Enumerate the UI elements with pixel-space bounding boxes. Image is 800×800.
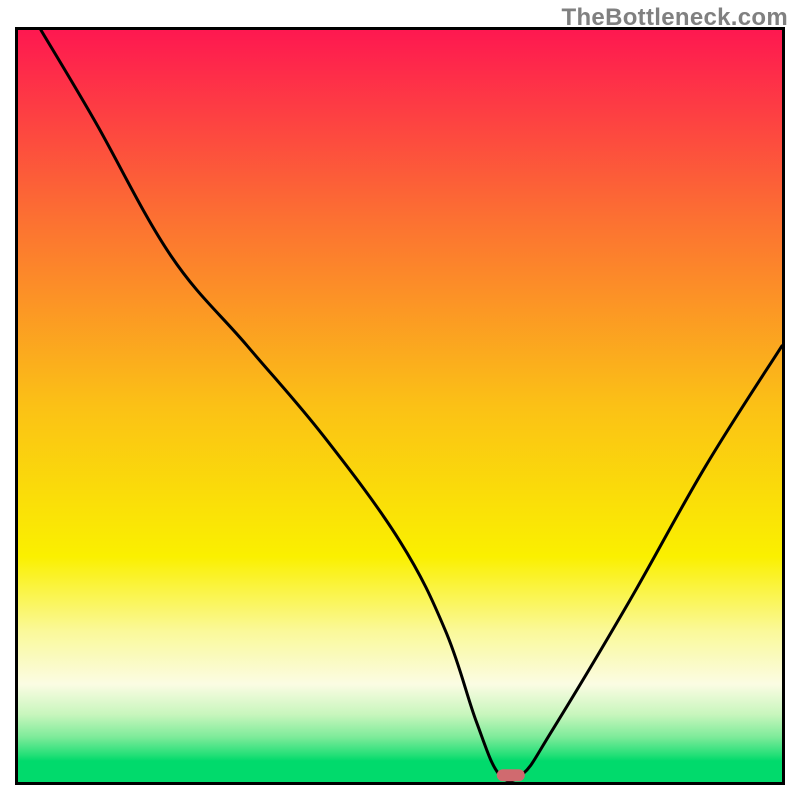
chart-container: TheBottleneck.com <box>0 0 800 800</box>
axis-left <box>15 27 18 785</box>
chart-background-gradient <box>18 30 782 782</box>
optimal-marker <box>497 769 525 781</box>
axis-right <box>782 27 785 785</box>
bottleneck-chart <box>0 0 800 800</box>
axis-bottom <box>15 782 785 785</box>
watermark-text: TheBottleneck.com <box>562 4 788 32</box>
